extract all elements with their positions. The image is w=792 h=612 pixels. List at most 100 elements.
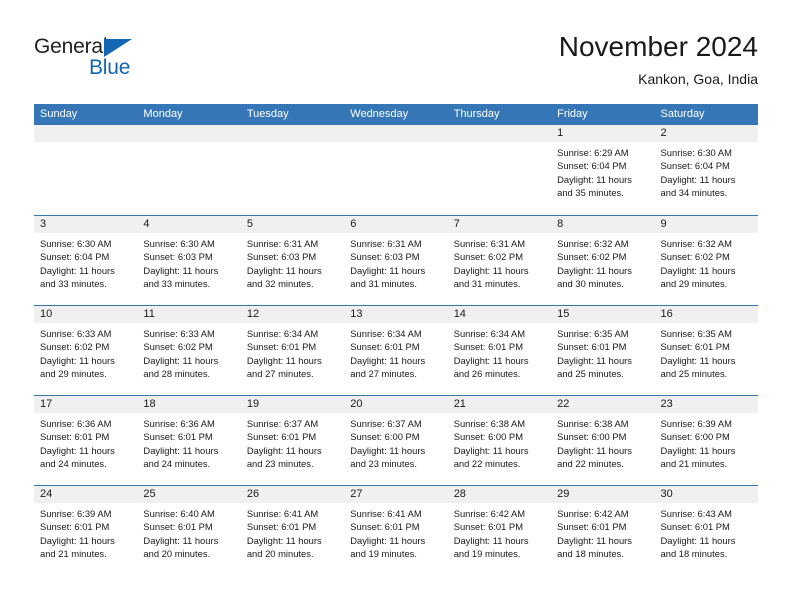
- day-cell[interactable]: 29 Sunrise: 6:42 AM Sunset: 6:01 PM Dayligh…: [551, 486, 655, 575]
- day-cell[interactable]: 11 Sunrise: 6:33 AM Sunset: 6:02 PM Dayligh…: [137, 306, 241, 395]
- day-cell[interactable]: 17 Sunrise: 6:36 AM Sunset: 6:01 PM Dayligh…: [34, 396, 138, 485]
- day-cell[interactable]: 18 Sunrise: 6:36 AM Sunset: 6:01 PM Dayligh…: [137, 396, 241, 485]
- weekday-header-wednesday: Wednesday: [350, 108, 409, 120]
- day-detail-line: and 22 minutes.: [557, 458, 624, 470]
- day-cell[interactable]: 7 Sunrise: 6:31 AM Sunset: 6:02 PM Daylight…: [447, 216, 552, 305]
- day-number: 20: [344, 396, 448, 413]
- day-detail-line: Daylight: 11 hours: [557, 264, 632, 276]
- day-detail-line: and 31 minutes.: [453, 278, 521, 290]
- day-detail-line: Sunrise: 6:31 AM: [246, 238, 319, 249]
- day-detail-line: Daylight: 11 hours: [350, 354, 426, 366]
- day-detail-line: Sunset: 6:00 PM: [350, 431, 420, 443]
- day-number: 15: [551, 306, 655, 323]
- calendar-week-row: 17 Sunrise: 6:36 AM Sunset: 6:01 PM Dayligh…: [34, 395, 758, 485]
- day-detail-line: Sunset: 6:01 PM: [660, 521, 730, 533]
- day-cell[interactable]: 6 Sunrise: 6:31 AM Sunset: 6:03 PM Daylight…: [344, 216, 448, 305]
- day-number: 27: [344, 486, 448, 503]
- day-cell[interactable]: 25 Sunrise: 6:40 AM Sunset: 6:01 PM Dayligh…: [137, 486, 241, 575]
- day-cell[interactable]: 28 Sunrise: 6:42 AM Sunset: 6:01 PM Dayligh…: [447, 486, 552, 575]
- day-details: Sunrise: 6:42 AM Sunset: 6:01 PM Daylight:…: [551, 503, 654, 561]
- day-detail-line: Daylight: 11 hours: [350, 264, 426, 276]
- day-cell[interactable]: 30 Sunrise: 6:43 AM Sunset: 6:01 PM Dayligh…: [654, 486, 758, 575]
- day-details: Sunrise: 6:30 AM Sunset: 6:03 PM Daylight:…: [137, 233, 240, 291]
- day-number: 18: [137, 396, 241, 413]
- day-cell[interactable]: 16 Sunrise: 6:35 AM Sunset: 6:01 PM Dayligh…: [654, 306, 758, 395]
- day-details: Sunrise: 6:34 AM Sunset: 6:01 PM Daylight:…: [344, 323, 447, 381]
- day-detail-line: Sunrise: 6:33 AM: [143, 328, 215, 339]
- calendar-week-row: 10 Sunrise: 6:33 AM Sunset: 6:02 PM Dayligh…: [34, 305, 758, 395]
- day-number: [34, 125, 138, 142]
- day-detail-line: Sunset: 6:01 PM: [40, 521, 110, 533]
- day-cell[interactable]: 8 Sunrise: 6:32 AM Sunset: 6:02 PM Daylight…: [551, 216, 655, 305]
- day-number: [137, 125, 241, 142]
- day-cell[interactable]: 21 Sunrise: 6:38 AM Sunset: 6:00 PM Dayligh…: [447, 396, 552, 485]
- day-detail-line: Daylight: 11 hours: [453, 534, 529, 546]
- day-details: Sunrise: 6:37 AM Sunset: 6:01 PM Daylight:…: [241, 413, 344, 471]
- day-cell-empty: [137, 125, 241, 214]
- day-detail-line: Daylight: 11 hours: [453, 264, 529, 276]
- day-cell[interactable]: 14 Sunrise: 6:34 AM Sunset: 6:01 PM Dayligh…: [447, 306, 552, 395]
- day-cell[interactable]: 1 Sunrise: 6:29 AM Sunset: 6:04 PM Daylight…: [551, 125, 655, 214]
- day-cell[interactable]: 19 Sunrise: 6:37 AM Sunset: 6:01 PM Dayligh…: [240, 396, 345, 485]
- day-cell[interactable]: 27 Sunrise: 6:41 AM Sunset: 6:01 PM Dayligh…: [344, 486, 448, 575]
- day-detail-line: Sunset: 6:01 PM: [350, 521, 420, 533]
- day-detail-line: Sunset: 6:04 PM: [557, 160, 627, 172]
- day-detail-line: Sunset: 6:01 PM: [350, 341, 420, 353]
- day-details: Sunrise: 6:43 AM Sunset: 6:01 PM Daylight:…: [655, 503, 758, 561]
- day-cell[interactable]: 22 Sunrise: 6:38 AM Sunset: 6:00 PM Dayligh…: [551, 396, 655, 485]
- brand-name-blue: Blue: [89, 56, 131, 79]
- day-detail-line: and 33 minutes.: [40, 278, 107, 290]
- day-number: 24: [34, 486, 138, 503]
- day-cell[interactable]: 23 Sunrise: 6:39 AM Sunset: 6:00 PM Dayligh…: [654, 396, 758, 485]
- day-cell[interactable]: 12 Sunrise: 6:34 AM Sunset: 6:01 PM Dayligh…: [240, 306, 345, 395]
- day-cell[interactable]: 9 Sunrise: 6:32 AM Sunset: 6:02 PM Daylight…: [654, 216, 758, 305]
- day-details: Sunrise: 6:40 AM Sunset: 6:01 PM Daylight:…: [137, 503, 240, 561]
- day-cell[interactable]: 26 Sunrise: 6:41 AM Sunset: 6:01 PM Dayligh…: [240, 486, 345, 575]
- day-details: Sunrise: 6:37 AM Sunset: 6:00 PM Daylight:…: [344, 413, 447, 471]
- day-cell[interactable]: 13 Sunrise: 6:34 AM Sunset: 6:01 PM Dayligh…: [344, 306, 448, 395]
- day-detail-line: Sunset: 6:02 PM: [40, 341, 110, 353]
- day-detail-line: and 24 minutes.: [143, 458, 211, 470]
- calendar-week-row: 24 Sunrise: 6:39 AM Sunset: 6:01 PM Dayligh…: [34, 485, 758, 575]
- day-detail-line: Sunrise: 6:34 AM: [350, 328, 422, 339]
- day-detail-line: Sunrise: 6:42 AM: [557, 508, 629, 519]
- day-detail-line: and 27 minutes.: [246, 368, 314, 380]
- day-detail-line: Sunset: 6:01 PM: [660, 341, 730, 353]
- day-number: 14: [447, 306, 552, 323]
- day-cell[interactable]: 5 Sunrise: 6:31 AM Sunset: 6:03 PM Daylight…: [240, 216, 345, 305]
- day-number: [447, 125, 552, 142]
- day-detail-line: Daylight: 11 hours: [557, 444, 632, 456]
- day-cell[interactable]: 20 Sunrise: 6:37 AM Sunset: 6:00 PM Dayligh…: [344, 396, 448, 485]
- day-details: Sunrise: 6:31 AM Sunset: 6:02 PM Daylight:…: [448, 233, 551, 291]
- day-number: 30: [654, 486, 758, 503]
- day-cell[interactable]: 24 Sunrise: 6:39 AM Sunset: 6:01 PM Dayligh…: [34, 486, 138, 575]
- day-detail-line: Daylight: 11 hours: [557, 173, 632, 185]
- day-cell[interactable]: 3 Sunrise: 6:30 AM Sunset: 6:04 PM Daylight…: [34, 216, 138, 305]
- day-number: 9: [654, 216, 758, 233]
- brand-logo[interactable]: General Blue: [34, 36, 194, 88]
- weekday-header-thursday: Thursday: [453, 108, 500, 120]
- day-details: Sunrise: 6:36 AM Sunset: 6:01 PM Daylight:…: [137, 413, 240, 471]
- day-detail-line: and 34 minutes.: [660, 187, 728, 199]
- day-detail-line: Sunrise: 6:41 AM: [350, 508, 422, 519]
- day-cell[interactable]: 2 Sunrise: 6:30 AM Sunset: 6:04 PM Daylight…: [654, 125, 758, 214]
- day-detail-line: Sunset: 6:01 PM: [453, 341, 523, 353]
- day-number: 5: [240, 216, 345, 233]
- day-number: 8: [551, 216, 655, 233]
- day-details: Sunrise: 6:41 AM Sunset: 6:01 PM Daylight:…: [241, 503, 344, 561]
- weekday-header-saturday: Saturday: [660, 108, 705, 120]
- day-detail-line: and 23 minutes.: [246, 458, 314, 470]
- day-details: [448, 142, 551, 146]
- day-detail-line: Daylight: 11 hours: [40, 534, 115, 546]
- day-detail-line: Sunrise: 6:37 AM: [246, 418, 319, 429]
- day-detail-line: Sunrise: 6:35 AM: [660, 328, 732, 339]
- day-detail-line: Daylight: 11 hours: [660, 354, 736, 366]
- day-detail-line: and 35 minutes.: [557, 187, 624, 199]
- day-cell[interactable]: 15 Sunrise: 6:35 AM Sunset: 6:01 PM Dayligh…: [551, 306, 655, 395]
- day-detail-line: and 33 minutes.: [143, 278, 211, 290]
- day-detail-line: Sunset: 6:02 PM: [660, 251, 730, 263]
- day-detail-line: Daylight: 11 hours: [350, 444, 426, 456]
- day-cell[interactable]: 10 Sunrise: 6:33 AM Sunset: 6:02 PM Dayligh…: [34, 306, 138, 395]
- day-cell[interactable]: 4 Sunrise: 6:30 AM Sunset: 6:03 PM Daylight…: [137, 216, 241, 305]
- day-detail-line: Daylight: 11 hours: [40, 444, 115, 456]
